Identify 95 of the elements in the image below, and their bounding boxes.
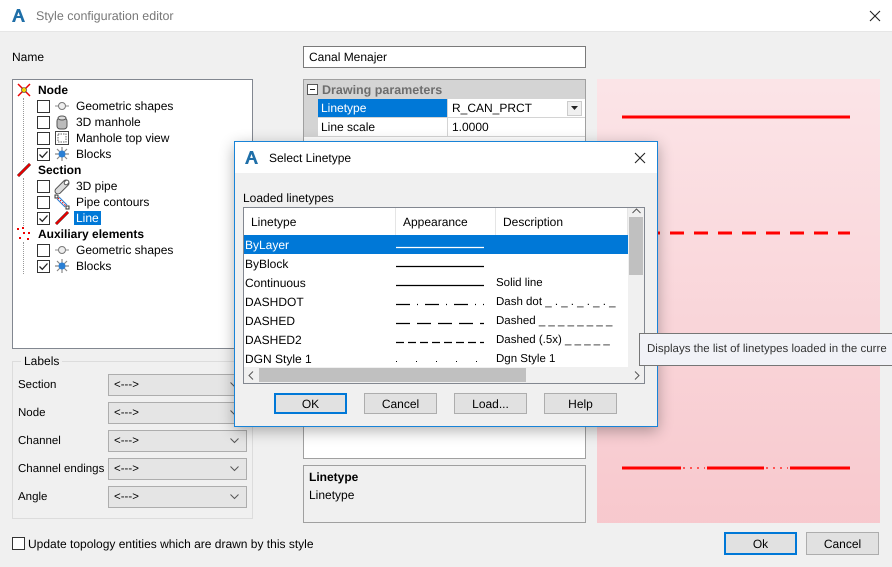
checkbox[interactable]	[37, 260, 50, 272]
list-row[interactable]: DGN Style 1 Dgn Style 1	[244, 349, 628, 367]
collapse-icon[interactable]	[307, 84, 318, 95]
chevron-icon	[230, 466, 239, 472]
tree-item[interactable]: Auxiliary elements	[36, 227, 146, 241]
checkbox[interactable]	[12, 537, 25, 550]
property-value: 1.0000	[452, 120, 489, 134]
checkbox[interactable]	[37, 212, 50, 224]
checkbox[interactable]	[37, 148, 50, 160]
app-logo	[10, 7, 27, 24]
linetype-name: ByBlock	[244, 256, 290, 270]
linetype-description: Dashed (.5x) _ _ _ _ _	[496, 334, 611, 346]
contour-icon	[54, 194, 70, 210]
checkbox[interactable]	[37, 116, 50, 128]
dialog-button[interactable]: Help	[544, 393, 617, 414]
dialog-button[interactable]: Cancel	[364, 393, 437, 414]
line-icon	[54, 210, 70, 226]
dialog-button[interactable]: Ok	[724, 532, 797, 555]
checkbox[interactable]	[37, 180, 50, 192]
dropdown-button[interactable]	[567, 100, 582, 116]
checkbox-label: Update topology entities which are drawn by this style	[28, 536, 314, 550]
field-label: Node	[18, 407, 46, 419]
linetype-description: Dgn Style 1	[496, 352, 556, 364]
scroll-up-icon	[632, 208, 640, 214]
checkbox[interactable]	[37, 196, 50, 208]
app-logo	[243, 149, 260, 166]
list-row[interactable]: ByBlock	[244, 254, 628, 273]
vertical-scrollbar[interactable]	[628, 208, 644, 367]
scroll-right-icon	[634, 370, 640, 380]
close-icon[interactable]	[633, 150, 647, 164]
field-label: Name	[12, 50, 46, 64]
label-dropdown[interactable]: <--->	[108, 430, 247, 452]
line-icon	[16, 162, 32, 178]
tooltip-text: Displays the list of linetypes loaded in the curre	[647, 343, 887, 355]
description-title: Linetype	[309, 470, 360, 484]
dots-icon	[16, 226, 32, 242]
linetype-name: DASHDOT	[244, 294, 305, 308]
list-row[interactable]: Continuous Solid line	[244, 273, 628, 292]
caret-icon	[571, 106, 578, 110]
dialog-button[interactable]: Load...	[454, 393, 527, 414]
property-value: R_CAN_PRCT	[452, 101, 532, 115]
dialog-button[interactable]: Cancel	[806, 532, 879, 555]
checkbox[interactable]	[37, 132, 50, 144]
tree-item[interactable]: Geometric shapes	[74, 99, 176, 113]
blocks-icon	[54, 258, 70, 274]
dialog-title: Select Linetype	[269, 150, 352, 164]
linetype-name: ByLayer	[244, 238, 290, 252]
field-label: Angle	[18, 491, 48, 503]
label-dropdown[interactable]: <--->	[108, 486, 247, 508]
tree-item[interactable]: Node	[36, 83, 70, 97]
square-icon	[54, 130, 70, 146]
property-name[interactable]: Line scale	[318, 118, 448, 136]
field-label: Channel	[18, 435, 62, 447]
category-title: Drawing parameters	[322, 82, 442, 96]
linetype-description: Dash dot _ . _ . _ . _ . _	[496, 296, 617, 308]
manhole-icon	[54, 114, 70, 130]
tree-item[interactable]: Geometric shapes	[74, 243, 176, 257]
window-title: Style configuration editor	[36, 8, 175, 22]
tree-item[interactable]: 3D pipe	[74, 179, 120, 193]
linetype-description: Solid line	[496, 276, 544, 288]
list-row[interactable]: DASHED2 Dashed (.5x) _ _ _ _ _	[244, 330, 628, 349]
tree-item[interactable]: 3D manhole	[74, 115, 143, 129]
tree-item[interactable]: Manhole top view	[74, 131, 172, 145]
name-field[interactable]: Canal Menajer	[303, 46, 586, 68]
horizontal-scrollbar[interactable]	[244, 367, 644, 383]
linetype-name: DGN Style 1	[244, 352, 313, 366]
property-name[interactable]: Linetype	[318, 99, 448, 117]
scroll-left-icon	[248, 370, 254, 380]
node-icon	[16, 82, 32, 98]
list-row[interactable]: DASHDOT Dash dot _ . _ . _ . _ . _	[244, 292, 628, 311]
label-dropdown[interactable]: <--->	[108, 458, 247, 480]
description-text: Linetype	[309, 488, 356, 502]
pipe-icon	[54, 178, 70, 194]
close-icon[interactable]	[868, 8, 882, 22]
chevron-icon	[230, 438, 239, 444]
list-row[interactable]: ByLayer	[244, 235, 628, 254]
linetype-name: DASHED2	[244, 332, 303, 346]
checkbox[interactable]	[37, 100, 50, 112]
linetype-name: DASHED	[244, 314, 296, 328]
blocks-icon	[54, 146, 70, 162]
linetype-name: Continuous	[244, 276, 307, 290]
tree-item[interactable]: Pipe contours	[74, 195, 152, 209]
linetype-description: Dashed _ _ _ _ _ _ _ _	[496, 314, 614, 326]
tree-item[interactable]: Blocks	[74, 259, 114, 273]
field-label: Channel endings	[18, 463, 106, 475]
tree-item[interactable]: Blocks	[74, 147, 114, 161]
field-label: Section	[18, 379, 58, 391]
checkbox[interactable]	[37, 244, 50, 256]
group-title: Labels	[23, 354, 60, 368]
list-label: Loaded linetypes	[243, 192, 335, 205]
dialog-button[interactable]: OK	[274, 393, 347, 414]
tree-item[interactable]: Line	[74, 211, 101, 225]
chevron-icon	[230, 494, 239, 500]
list-row[interactable]: DASHED Dashed _ _ _ _ _ _ _ _	[244, 311, 628, 330]
tree-item[interactable]: Section	[36, 163, 84, 177]
